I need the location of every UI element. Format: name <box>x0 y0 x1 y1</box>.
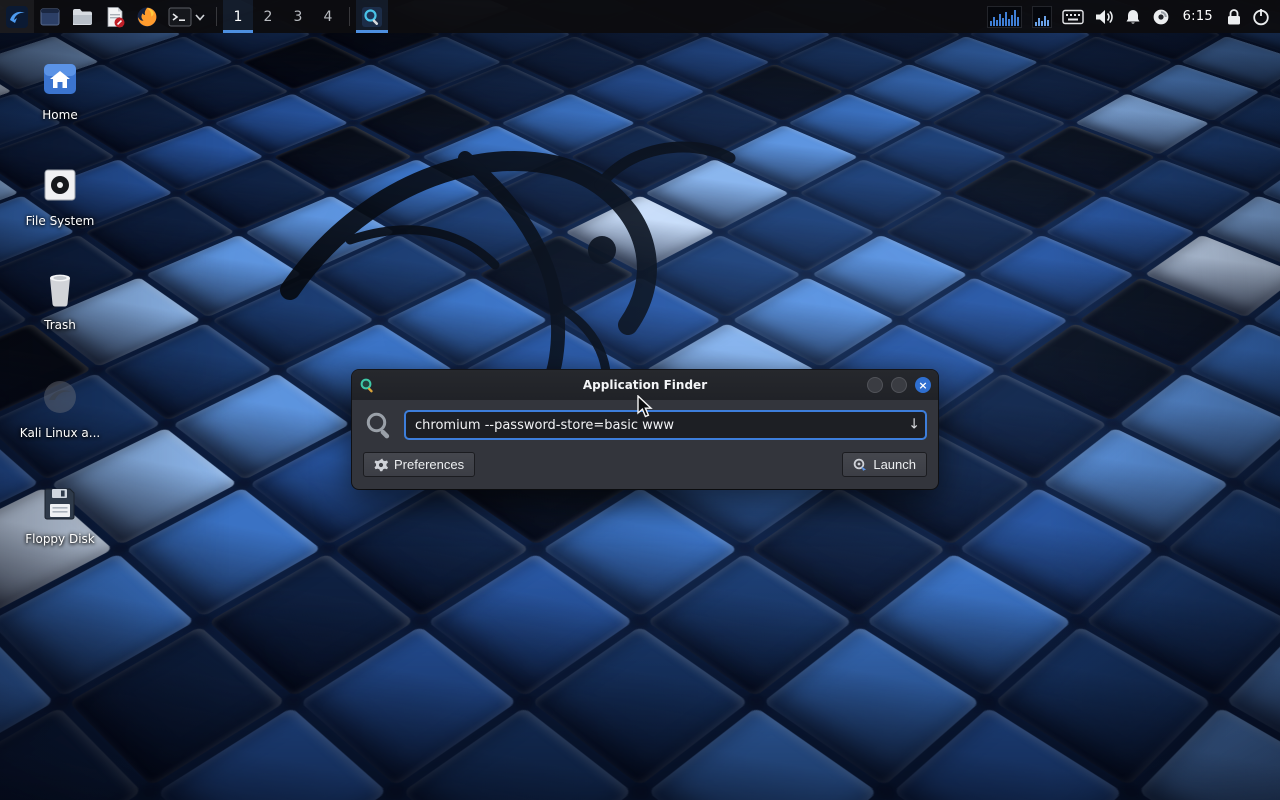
desktop-icon-floppy-disk[interactable]: Floppy Disk <box>16 482 104 546</box>
desktop-icon-file-system[interactable]: File System <box>16 164 104 228</box>
minimize-button[interactable] <box>867 377 883 393</box>
desktop-icon-kali-linux[interactable]: Kali Linux a... <box>16 376 104 440</box>
workspace-1-button[interactable]: 1 <box>223 0 253 33</box>
keyboard-icon <box>1062 9 1084 25</box>
network-graph <box>1032 6 1052 28</box>
desktop-icon-label: Trash <box>16 318 104 332</box>
panel-left-group: 1 2 3 4 <box>0 0 388 33</box>
workspace-3-label: 3 <box>294 9 303 25</box>
close-icon: × <box>918 380 927 391</box>
workspace-3-button[interactable]: 3 <box>283 0 313 33</box>
clock-time: 6:15 <box>1183 9 1213 24</box>
update-disc-icon <box>1152 8 1170 26</box>
file-manager-launcher[interactable] <box>66 0 99 33</box>
volume-control[interactable] <box>1089 0 1119 33</box>
text-editor-launcher[interactable] <box>99 0 131 33</box>
application-finder-task-icon <box>361 6 383 28</box>
desktop-icon-label: Kali Linux a... <box>16 426 104 440</box>
command-input[interactable] <box>404 410 927 440</box>
cpu-graph <box>987 6 1022 28</box>
window-icon <box>39 6 61 28</box>
lock-icon <box>1226 8 1242 26</box>
command-input-wrap: ↓ <box>404 410 927 440</box>
floppy-disk-icon <box>39 482 81 524</box>
dialog-actions: Preferences Launch <box>363 452 927 477</box>
history-dropdown-icon[interactable]: ↓ <box>908 417 920 433</box>
workspace-2-button[interactable]: 2 <box>253 0 283 33</box>
trash-icon <box>39 268 81 310</box>
terminal-launcher[interactable] <box>163 0 210 33</box>
kali-menu-icon <box>5 5 29 29</box>
network-graph-widget[interactable] <box>1027 0 1057 33</box>
workspace-4-label: 4 <box>324 9 333 25</box>
window-launcher[interactable] <box>34 0 66 33</box>
logout-button[interactable] <box>1247 0 1280 33</box>
desktop-icon-home[interactable]: Home <box>16 58 104 122</box>
keyboard-indicator[interactable] <box>1057 0 1089 33</box>
launch-label: Launch <box>873 457 916 472</box>
chevron-down-icon <box>195 13 205 21</box>
desktop-screen: 1 2 3 4 <box>0 0 1280 800</box>
taskbar-application-finder-button[interactable] <box>356 0 388 33</box>
firefox-icon <box>136 6 158 28</box>
home-folder-icon <box>39 58 81 100</box>
launch-icon <box>853 458 867 472</box>
text-editor-icon <box>104 6 126 28</box>
screen-lock-button[interactable] <box>1221 0 1247 33</box>
kali-installer-icon <box>39 376 81 418</box>
window-buttons: × <box>867 377 931 393</box>
desktop-icon-trash[interactable]: Trash <box>16 268 104 332</box>
panel-separator <box>216 7 217 26</box>
search-icon <box>363 409 395 441</box>
file-system-icon <box>39 164 81 206</box>
desktop-icon-label: Floppy Disk <box>16 532 104 546</box>
desktop-icon-label: Home <box>16 108 104 122</box>
firefox-launcher[interactable] <box>131 0 163 33</box>
preferences-label: Preferences <box>394 457 464 472</box>
updates-widget[interactable] <box>1147 0 1175 33</box>
terminal-icon <box>168 6 192 28</box>
workspace-2-label: 2 <box>264 9 273 25</box>
file-manager-icon <box>71 6 94 28</box>
desktop-icon-label: File System <box>16 214 104 228</box>
close-button[interactable]: × <box>915 377 931 393</box>
window-title: Application Finder <box>352 378 938 392</box>
panel-separator <box>349 7 350 26</box>
volume-icon <box>1094 8 1114 26</box>
panel-right-group: 6:15 <box>982 0 1280 33</box>
applications-menu-button[interactable] <box>0 0 34 33</box>
top-panel: 1 2 3 4 <box>0 0 1280 33</box>
application-finder-window: Application Finder × ↓ <box>352 370 938 489</box>
workspace-1-label: 1 <box>234 9 243 25</box>
finder-window-icon <box>359 377 376 394</box>
launch-button[interactable]: Launch <box>842 452 927 477</box>
power-icon <box>1252 8 1270 26</box>
clock[interactable]: 6:15 <box>1175 0 1221 33</box>
workspace-4-button[interactable]: 4 <box>313 0 343 33</box>
gear-icon <box>374 458 388 472</box>
preferences-button[interactable]: Preferences <box>363 452 475 477</box>
cpu-graph-widget[interactable] <box>982 0 1027 33</box>
dialog-body: ↓ Preferences Launch <box>352 400 938 489</box>
bell-icon <box>1124 8 1142 26</box>
command-row: ↓ <box>363 409 927 441</box>
titlebar[interactable]: Application Finder × <box>352 370 938 400</box>
notifications-widget[interactable] <box>1119 0 1147 33</box>
maximize-button[interactable] <box>891 377 907 393</box>
